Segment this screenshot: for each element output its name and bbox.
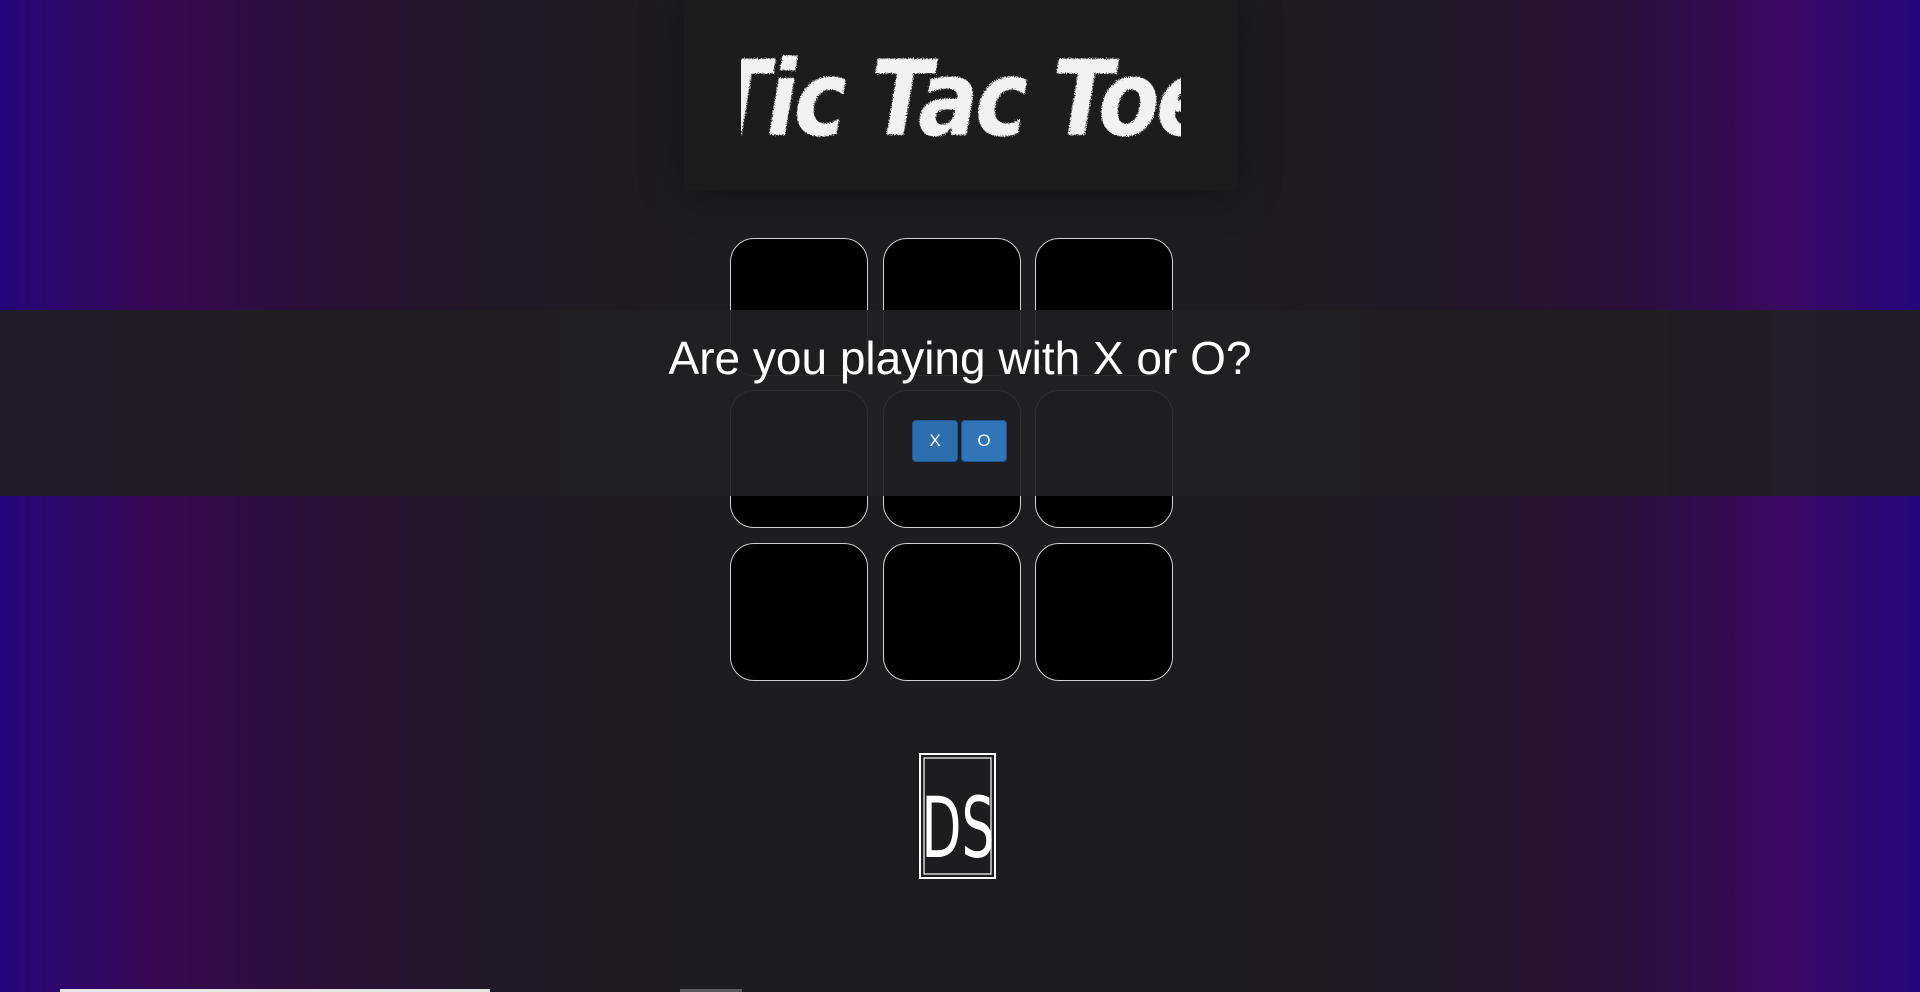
board-cell-8[interactable] [883,543,1021,681]
board-cell-9[interactable] [1035,543,1173,681]
ds-logo: DS [919,753,996,879]
ds-logo-text: DS [921,780,994,877]
choice-question: Are you playing with X or O? [668,332,1252,384]
choose-o-button[interactable]: O [961,420,1007,462]
title-logo-text: Tic Tac Toe [741,38,1181,159]
board-cell-7[interactable] [730,543,868,681]
choose-x-button[interactable]: X [912,420,958,462]
title-logo: Tic Tac Toe [741,38,1181,159]
